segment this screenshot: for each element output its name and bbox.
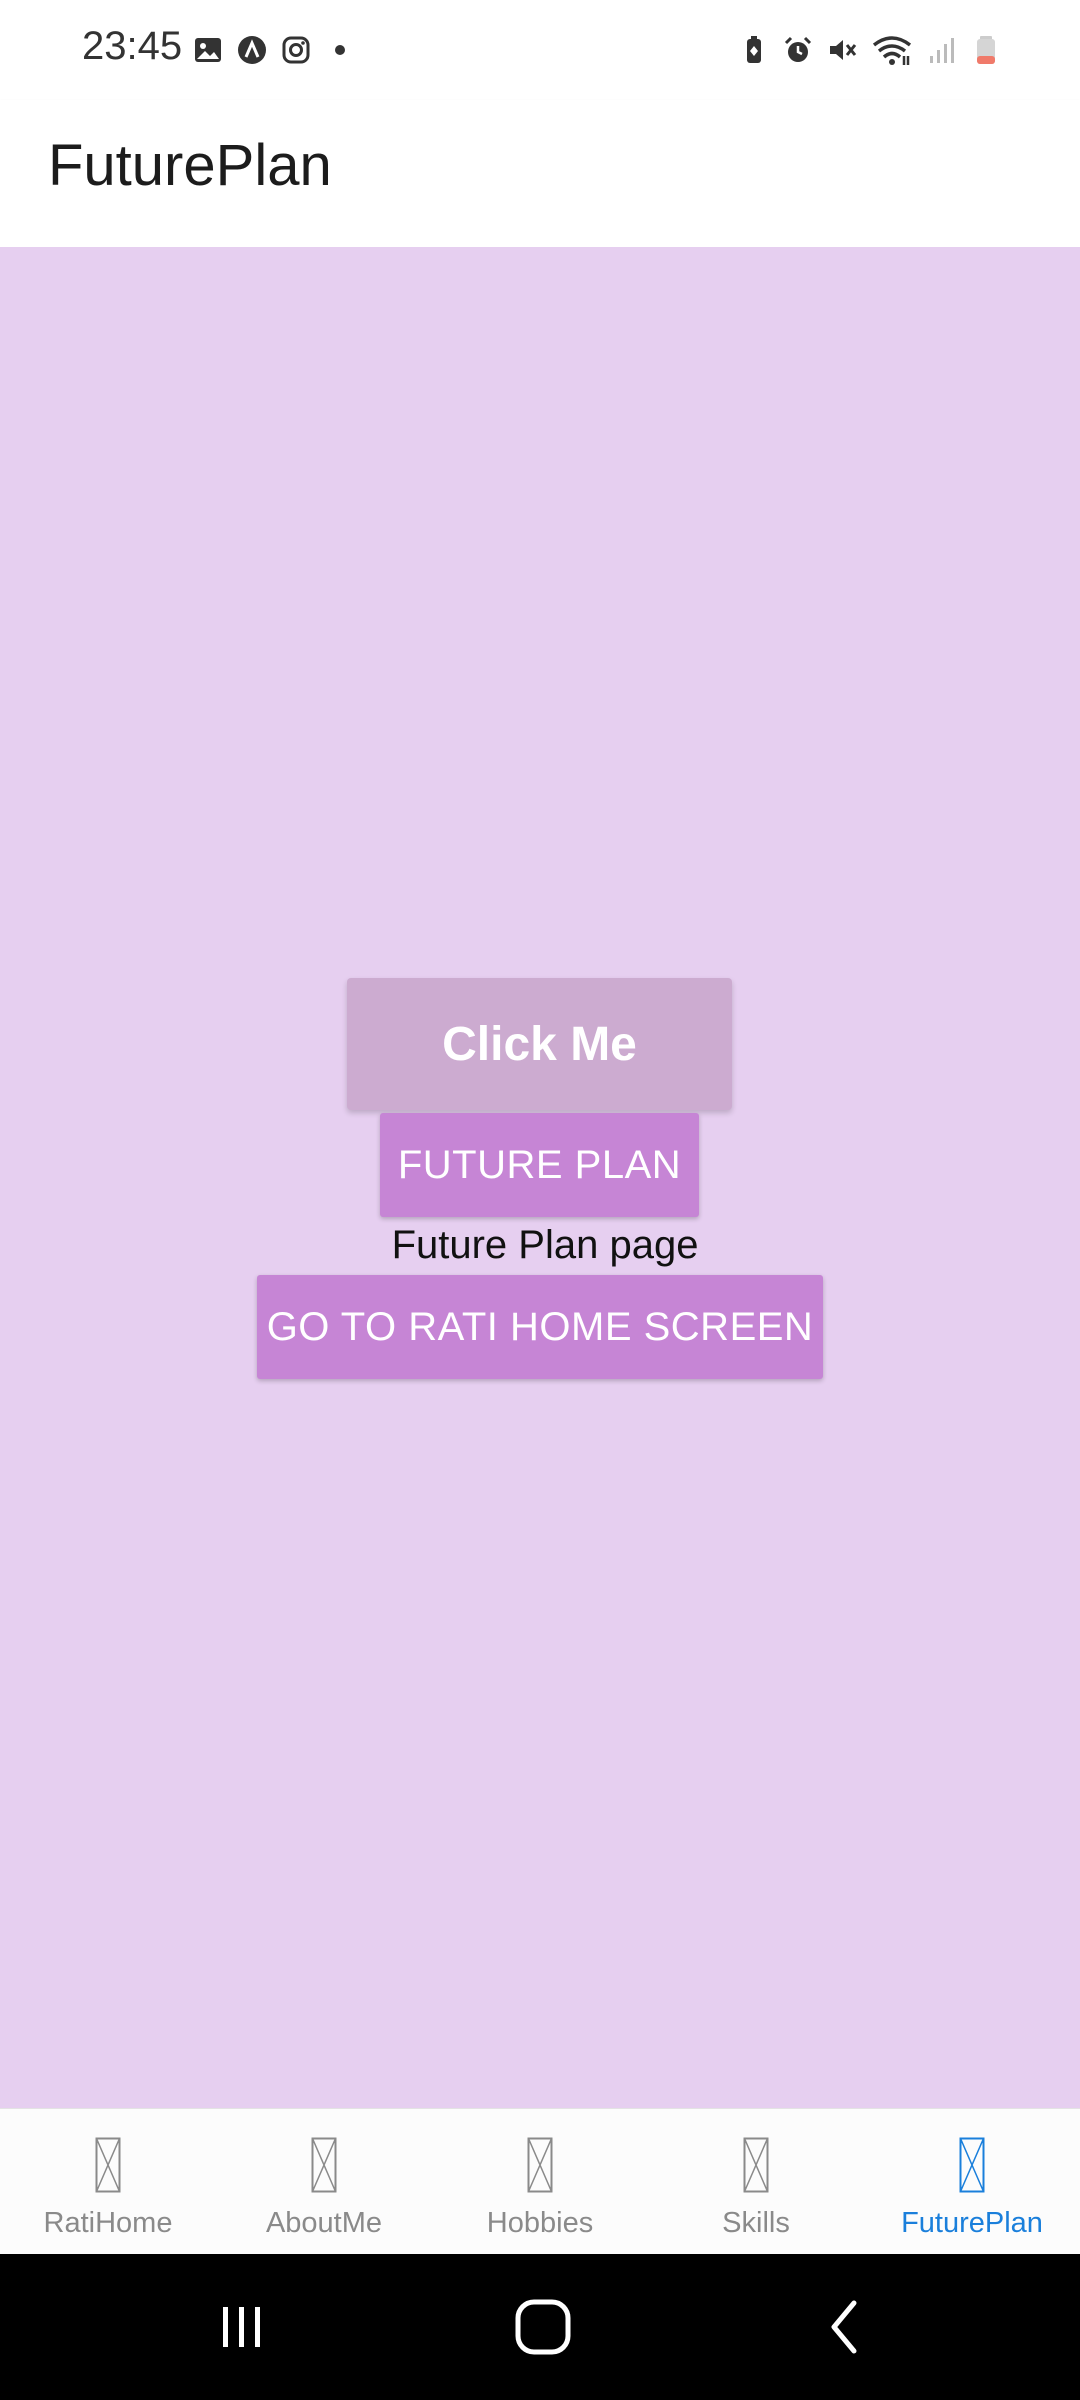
gallery-icon [195, 38, 221, 62]
future-plan-button[interactable]: FUTURE PLAN [380, 1113, 699, 1217]
signal-icon [930, 38, 954, 63]
tab-aboutme[interactable]: AboutMe [216, 2109, 432, 2255]
missing-glyph-icon [959, 2137, 985, 2193]
back-icon [831, 2300, 857, 2354]
wifi-icon [872, 36, 912, 65]
tab-futureplan[interactable]: FuturePlan [864, 2109, 1080, 2255]
tab-label: Skills [722, 2207, 790, 2239]
missing-glyph-icon [527, 2137, 553, 2193]
app-header: FuturePlan [0, 100, 1080, 247]
alarm-icon [784, 36, 812, 62]
system-nav-bar [0, 2254, 1080, 2400]
back-button[interactable] [776, 2254, 916, 2400]
dot-icon [335, 45, 345, 55]
mute-icon [830, 40, 857, 60]
tab-label: FuturePlan [901, 2207, 1043, 2239]
bottom-tab-bar: RatiHome AboutMe Hobbies Skills FuturePl… [0, 2108, 1080, 2255]
go-to-rati-home-button[interactable]: GO TO RATI HOME SCREEN [257, 1275, 823, 1379]
instagram-icon [282, 36, 310, 64]
status-system-icons [738, 28, 1002, 72]
tab-label: RatiHome [43, 2207, 173, 2239]
status-bar: 23:45 [0, 0, 1080, 100]
main-content: Click Me FUTURE PLAN Future Plan page GO… [0, 247, 1080, 2108]
page-caption: Future Plan page [391, 1223, 699, 1267]
battery-saver-icon [747, 36, 761, 63]
recents-icon [223, 2307, 260, 2347]
battery-low-icon [977, 36, 995, 64]
tab-label: Hobbies [486, 2207, 594, 2239]
tab-hobbies[interactable]: Hobbies [432, 2109, 648, 2255]
status-notification-icons [192, 30, 356, 70]
a-notification-icon [238, 36, 266, 64]
missing-glyph-icon [95, 2137, 121, 2193]
page-title: FuturePlan [48, 133, 332, 198]
status-time: 23:45 [82, 24, 183, 68]
tab-label: AboutMe [265, 2207, 383, 2239]
missing-glyph-icon [311, 2137, 337, 2193]
tab-ratihome[interactable]: RatiHome [0, 2109, 216, 2255]
missing-glyph-icon [743, 2137, 769, 2193]
tab-skills[interactable]: Skills [648, 2109, 864, 2255]
home-icon [515, 2299, 571, 2355]
home-button[interactable] [473, 2254, 613, 2400]
click-me-button[interactable]: Click Me [347, 978, 732, 1110]
recents-button[interactable] [172, 2254, 312, 2400]
